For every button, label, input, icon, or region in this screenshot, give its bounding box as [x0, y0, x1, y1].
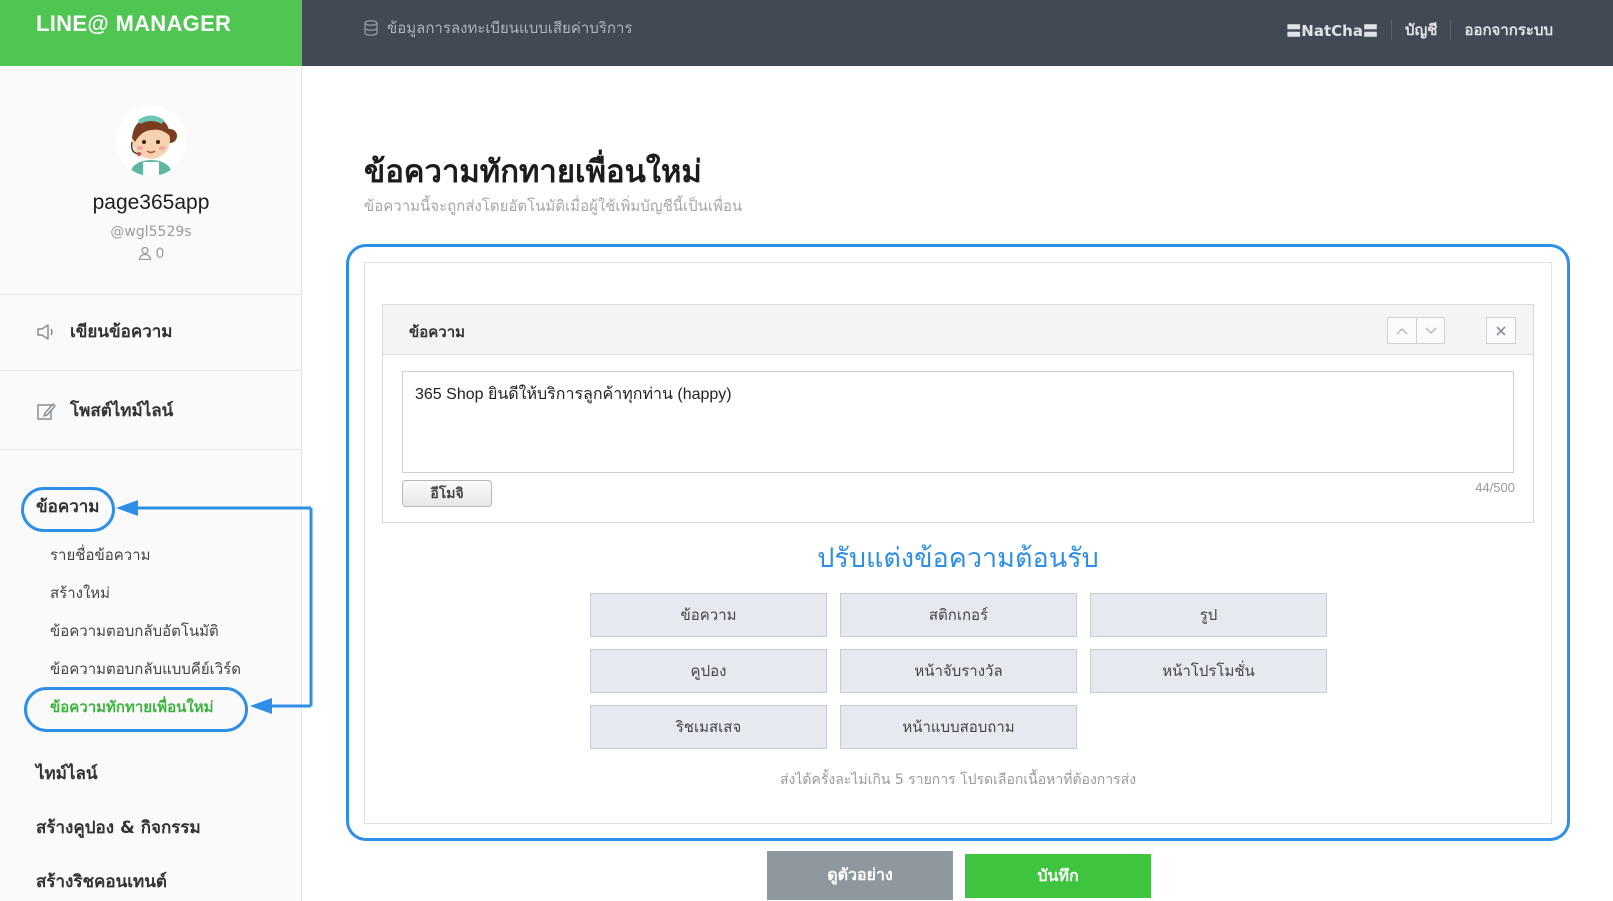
save-button[interactable]: บันทึก	[965, 854, 1151, 898]
arrow-head-icon	[116, 500, 138, 516]
page-subtitle: ข้อความนี้จะถูกส่งโดยอัตโนมัติเมื่อผู้ใช…	[364, 197, 743, 215]
preview-button[interactable]: ดูตัวอย่าง	[767, 851, 953, 900]
highlight-box-editor	[346, 244, 1570, 841]
arrow-head-icon	[250, 698, 272, 714]
page-title: ข้อความทักทายเพื่อนใหม่	[364, 154, 702, 190]
